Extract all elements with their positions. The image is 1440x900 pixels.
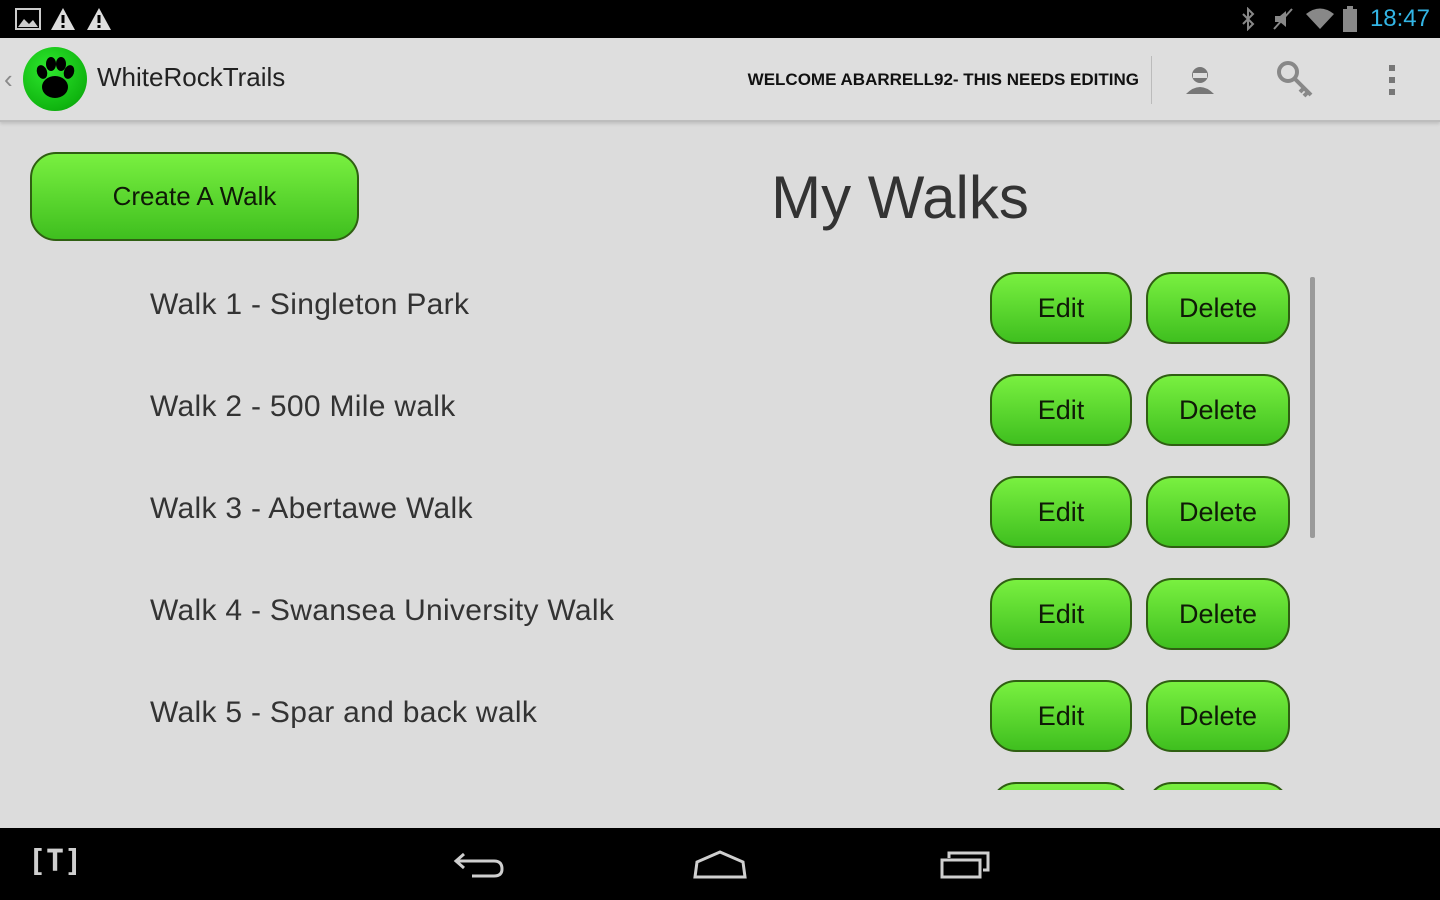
edit-button[interactable]: Edit xyxy=(990,272,1132,344)
back-chevron-icon[interactable]: ‹ xyxy=(4,64,13,95)
walk-label: Walk 3 - Abertawe Walk xyxy=(150,492,473,525)
page-title: My Walks xyxy=(771,164,1029,231)
list-item: Walk 1 - Singleton Park Edit Delete xyxy=(0,258,1440,360)
status-bar: 18:47 xyxy=(0,0,1440,38)
edit-button[interactable]: Edit xyxy=(990,680,1132,752)
edit-button[interactable]: Edit xyxy=(990,578,1132,650)
list-scrollbar[interactable] xyxy=(1310,277,1315,538)
key-icon xyxy=(1277,61,1313,98)
profile-icon xyxy=(1186,67,1214,94)
edit-button[interactable] xyxy=(990,782,1132,790)
overflow-menu-button[interactable] xyxy=(1364,56,1420,104)
bluetooth-icon xyxy=(1238,0,1258,38)
paw-logo-icon[interactable] xyxy=(23,47,87,111)
delete-button[interactable]: Delete xyxy=(1146,476,1290,548)
list-item: Walk 3 - Abertawe Walk Edit Delete xyxy=(0,462,1440,564)
delete-button[interactable]: Delete xyxy=(1146,272,1290,344)
delete-button[interactable]: Delete xyxy=(1146,578,1290,650)
profile-button[interactable] xyxy=(1172,56,1228,104)
welcome-message: WELCOME ABARRELL92- THIS NEEDS EDITING xyxy=(747,70,1139,89)
walk-label: Walk 5 - Spar and back walk xyxy=(150,696,538,729)
t-app-label[interactable]: [T] xyxy=(28,844,82,879)
walk-label: Walk 2 - 500 Mile walk xyxy=(150,390,456,423)
action-bar: ‹ WhiteRockTrails WELCOME ABARRELL92- TH… xyxy=(0,38,1440,122)
edit-button[interactable]: Edit xyxy=(990,476,1132,548)
battery-icon xyxy=(1342,0,1358,38)
warning-icon xyxy=(86,0,112,38)
back-icon xyxy=(453,852,504,878)
home-button[interactable] xyxy=(690,828,750,900)
overflow-menu-icon xyxy=(1389,65,1395,95)
wifi-icon xyxy=(1304,0,1336,38)
walk-label: Walk 4 - Swansea University Walk xyxy=(150,594,615,627)
delete-button[interactable]: Delete xyxy=(1146,680,1290,752)
image-notification-icon xyxy=(14,0,42,38)
warning-icon xyxy=(50,0,76,38)
delete-button[interactable] xyxy=(1146,782,1290,790)
list-item: Walk 5 - Spar and back walk Edit Delete xyxy=(0,666,1440,768)
walk-label: Walk 1 - Singleton Park xyxy=(150,288,470,321)
action-bar-divider xyxy=(1151,56,1152,104)
edit-button[interactable]: Edit xyxy=(990,374,1132,446)
create-walk-button[interactable]: Create A Walk xyxy=(30,152,359,241)
list-item: Walk 4 - Swansea University Walk Edit De… xyxy=(0,564,1440,666)
navigation-bar: [T] xyxy=(0,828,1440,900)
list-item: Walk 2 - 500 Mile walk Edit Delete xyxy=(0,360,1440,462)
back-button[interactable] xyxy=(446,828,510,900)
recent-apps-button[interactable] xyxy=(935,828,995,900)
list-item xyxy=(0,768,1440,790)
recent-apps-icon xyxy=(940,851,990,879)
status-time: 18:47 xyxy=(1369,5,1430,32)
app-title: WhiteRockTrails xyxy=(97,62,286,92)
walk-list[interactable]: Walk 1 - Singleton Park Edit Delete Walk… xyxy=(0,258,1440,790)
login-key-button[interactable] xyxy=(1268,56,1324,104)
muted-icon xyxy=(1270,0,1296,38)
home-icon xyxy=(693,850,747,879)
delete-button[interactable]: Delete xyxy=(1146,374,1290,446)
